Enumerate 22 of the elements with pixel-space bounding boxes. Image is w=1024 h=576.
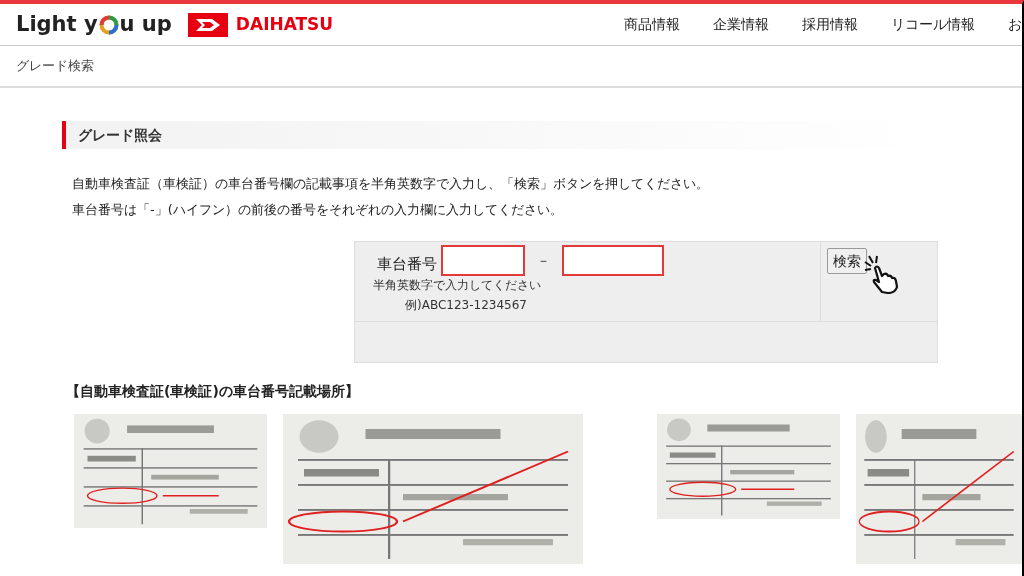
brand-name: DAIHATSU: [235, 12, 334, 36]
hyphen-text: －: [537, 251, 550, 270]
instruction-text: 車台番号は「-」(ハイフン）の前後の番号をそれぞれの入力欄に入力してください。: [72, 201, 564, 219]
section-title: グレード照会: [78, 125, 162, 145]
breadcrumb: グレード検索: [16, 57, 94, 76]
field-label: 車台番号: [377, 254, 437, 276]
brand-mark-icon: [187, 12, 228, 37]
logo-text: Light y: [16, 10, 98, 38]
hint-text: 半角英数字で入力してください: [372, 277, 542, 294]
nav-link[interactable]: お: [1008, 14, 1022, 35]
chassis-prefix-field[interactable]: [441, 245, 525, 276]
example-text: 例)ABC123-1234567: [404, 297, 528, 314]
search-button[interactable]: 検索: [827, 248, 867, 274]
nav-link[interactable]: 採用情報: [802, 14, 858, 35]
instruction-text: 自動車検査証（車検証）の車台番号欄の記載事項を半角英数字で入力し、「検索」ボタンを押してください。: [72, 175, 710, 193]
logo-text: u up: [119, 10, 172, 38]
chassis-number-field[interactable]: [562, 245, 664, 276]
nav-link[interactable]: 商品情報: [624, 14, 680, 35]
ring-icon: [98, 14, 119, 35]
nav-link[interactable]: リコール情報: [891, 14, 975, 35]
examples-title: 【自動車検査証(車検証)の車台番号記載場所】: [65, 382, 360, 401]
nav-link[interactable]: 企業情報: [713, 14, 769, 35]
